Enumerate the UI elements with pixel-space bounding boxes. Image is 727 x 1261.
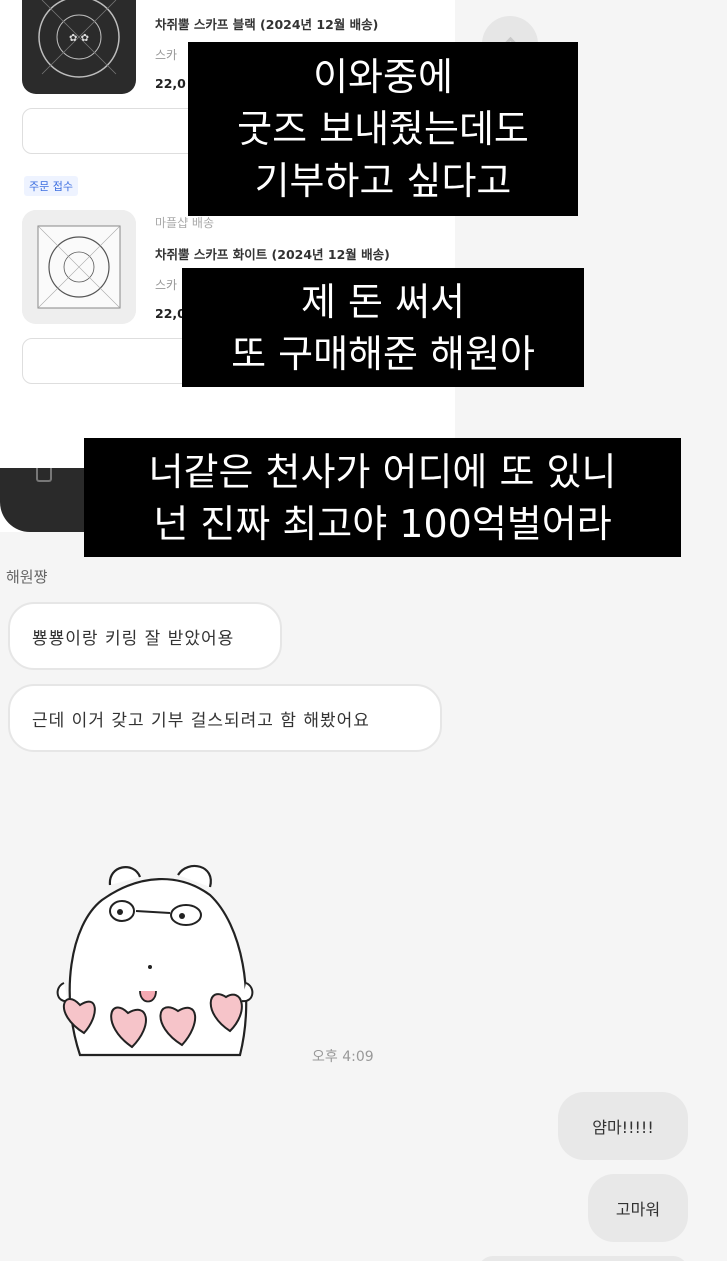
caption-line: 이와중에 — [313, 55, 453, 99]
scarf-black-icon: ✿ ✿ — [22, 0, 136, 94]
product-seller: 마플샵 배송 — [155, 216, 215, 230]
product-thumbnail-white[interactable] — [22, 210, 136, 324]
product-thumbnail-black[interactable]: ✿ ✿ — [22, 0, 136, 94]
incoming-message[interactable]: 근데 이거 갖고 기부 걸스되려고 함 해봤어요 — [8, 684, 442, 752]
scarf-white-icon — [22, 210, 136, 324]
caption-overlay: 제 돈 써서 또 구매해준 해원아 — [182, 268, 584, 387]
caption-overlay: 너같은 천사가 어디에 또 있니 넌 진짜 최고야 100억벌어라 — [84, 438, 681, 557]
product-option: 스카 — [155, 278, 178, 292]
caption-line: 기부하고 싶다고 — [254, 159, 512, 203]
caption-line: 너같은 천사가 어디에 또 있니 — [148, 449, 617, 494]
order-status-badge: 주문 접수 — [24, 176, 78, 196]
caption-line: 넌 진짜 최고야 100억벌어라 — [153, 501, 612, 546]
bear-hearts-sticker-icon[interactable] — [50, 855, 262, 1070]
outgoing-message[interactable]: 고마워 — [588, 1174, 688, 1242]
outgoing-message[interactable] — [478, 1256, 688, 1261]
sender-name: 해원쨩 — [6, 568, 48, 586]
product-price: 22,0 — [155, 76, 186, 91]
caption-line: 굿즈 보내줬는데도 — [237, 107, 529, 151]
incoming-message[interactable]: 뿅뿅이랑 키링 잘 받았어용 — [8, 602, 282, 670]
svg-text:✿ ✿: ✿ ✿ — [69, 33, 89, 44]
outgoing-message[interactable]: 얌마!!!!! — [558, 1092, 688, 1160]
product-name[interactable]: 차쥐뿔 스카프 블랙 (2024년 12월 배송) — [155, 14, 378, 33]
nav-icon[interactable] — [36, 468, 52, 482]
caption-overlay: 이와중에 굿즈 보내줬는데도 기부하고 싶다고 — [188, 42, 578, 216]
product-option: 스카 — [155, 48, 178, 62]
product-name[interactable]: 차쥐뿔 스카프 화이트 (2024년 12월 배송) — [155, 244, 390, 263]
caption-line: 또 구매해준 해원아 — [231, 331, 535, 376]
message-timestamp: 오후 4:09 — [312, 1049, 374, 1065]
caption-line: 제 돈 써서 — [301, 279, 465, 324]
